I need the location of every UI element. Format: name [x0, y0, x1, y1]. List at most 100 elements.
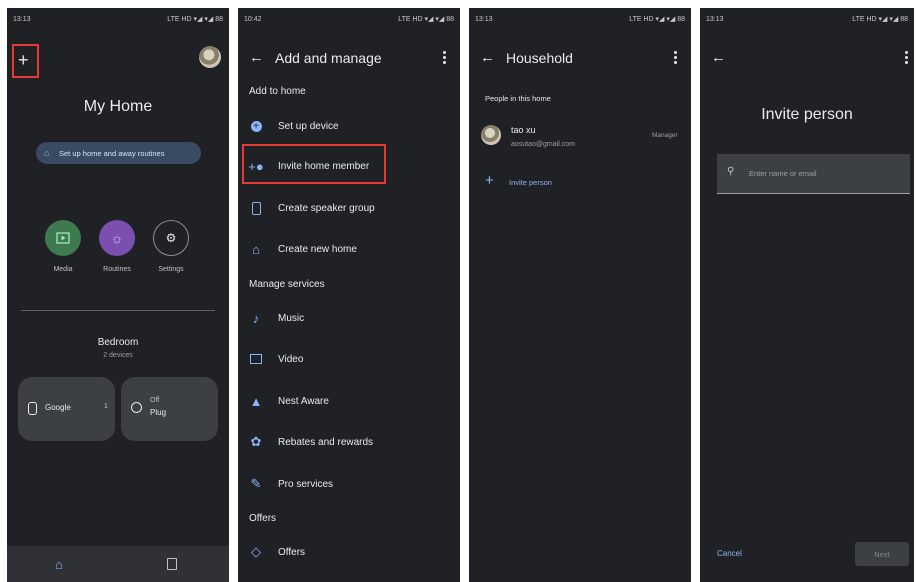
nest-aware-icon: ▲: [249, 393, 263, 409]
home-icon: ⌂: [252, 241, 260, 257]
status-time: 13:13: [706, 15, 724, 23]
menu-item-invite-home-member[interactable]: +● Invite home member: [238, 151, 460, 181]
home-icon: ⌂: [44, 148, 50, 158]
person-add-icon: +●: [248, 158, 264, 174]
media-caption: Media: [53, 266, 73, 273]
menu-item-label: Offers: [278, 546, 306, 558]
status-bar: 13:13 LTE HD ▾◢ ▾◢ 88: [469, 8, 691, 30]
settings-caption: Settings: [158, 266, 184, 273]
avatar: [481, 125, 501, 145]
cancel-button[interactable]: Cancel: [717, 549, 742, 558]
media-button[interactable]: [45, 220, 81, 256]
menu-item-rebates-and-rewards[interactable]: ✿ Rebates and rewards: [238, 427, 460, 457]
page-title: Household: [506, 50, 573, 66]
routines-caption: Routines: [103, 266, 131, 273]
status-time: 10:42: [244, 15, 262, 23]
menu-item-video[interactable]: Video: [238, 344, 460, 374]
add-icon[interactable]: +: [18, 51, 29, 69]
pro-services-icon: ✎: [250, 476, 262, 491]
menu-item-create-new-home[interactable]: ⌂ Create new home: [238, 234, 460, 264]
menu-item-label: Music: [278, 312, 305, 324]
video-icon: [248, 351, 264, 367]
add-icon: +: [485, 172, 494, 189]
music-note-icon: ♪: [252, 310, 260, 326]
status-bar: 13:13 LTE HD ▾◢ ▾◢ 88: [7, 8, 229, 30]
member-role: Manager: [652, 132, 678, 139]
back-arrow-icon[interactable]: ←: [249, 50, 264, 66]
page-title: Invite person: [761, 106, 853, 123]
search-input[interactable]: ⚲ Enter name or email: [717, 154, 910, 194]
invite-person-screen: 13:13 LTE HD ▾◢ ▾◢ 88 ← Invite person ⚲ …: [700, 8, 914, 582]
routines-chip[interactable]: ⌂ Set up home and away routines: [36, 142, 201, 164]
page-title: Add and manage: [275, 50, 382, 66]
status-icons: LTE HD ▾◢ ▾◢ 88: [629, 16, 685, 23]
status-icons: LTE HD ▾◢ ▾◢ 88: [852, 16, 908, 23]
rewards-icon: ✿: [250, 434, 262, 449]
add-and-manage-screen: 10:42 LTE HD ▾◢ ▾◢ 88 ← Add and manage A…: [238, 8, 460, 582]
device-card-google[interactable]: Google 1: [18, 377, 115, 441]
search-placeholder: Enter name or email: [749, 169, 817, 178]
tag-icon: ◇: [251, 544, 261, 559]
menu-item-create-speaker-group[interactable]: Create speaker group: [238, 193, 460, 223]
household-screen: 13:13 LTE HD ▾◢ ▾◢ 88 ← Household People…: [469, 8, 691, 582]
invite-person-label: Invite person: [509, 178, 552, 187]
menu-item-pro-services[interactable]: ✎ Pro services: [238, 469, 460, 499]
page-title: My Home: [83, 98, 153, 115]
section-offers: Offers: [249, 513, 277, 524]
people-section-label: People in this home: [485, 94, 551, 103]
avatar[interactable]: [199, 46, 221, 68]
more-options-icon[interactable]: [443, 51, 446, 65]
menu-item-label: Create speaker group: [278, 202, 375, 214]
member-row[interactable]: tao xu aosutao@gmail.com Manager: [469, 120, 691, 160]
menu-item-label: Rebates and rewards: [278, 436, 374, 448]
back-arrow-icon[interactable]: ←: [711, 50, 726, 66]
room-device-count: 2 devices: [103, 352, 133, 359]
menu-item-label: Create new home: [278, 243, 357, 255]
device-state: Off: [150, 397, 160, 404]
room-name: Bedroom: [97, 337, 139, 348]
menu-item-set-up-device[interactable]: + Set up device: [238, 111, 460, 141]
menu-item-music[interactable]: ♪ Music: [238, 303, 460, 333]
media-icon: [56, 232, 70, 244]
routines-icon: ☼: [110, 230, 124, 246]
menu-item-label: Video: [278, 353, 304, 365]
member-name: tao xu: [511, 125, 536, 135]
speaker-icon: [28, 402, 37, 415]
speaker-group-icon: [248, 200, 264, 216]
menu-item-offers[interactable]: ◇ Offers: [238, 537, 460, 567]
menu-item-nest-aware[interactable]: ▲ Nest Aware: [238, 386, 460, 416]
more-options-icon[interactable]: [674, 51, 677, 65]
device-card-plug[interactable]: Off Plug: [121, 377, 218, 441]
feed-tab-icon[interactable]: [167, 558, 177, 570]
status-bar: 10:42 LTE HD ▾◢ ▾◢ 88: [238, 8, 460, 30]
status-bar: 13:13 LTE HD ▾◢ ▾◢ 88: [700, 8, 914, 30]
routines-button[interactable]: ☼: [99, 220, 135, 256]
home-tab-icon[interactable]: ⌂: [55, 557, 63, 572]
menu-item-label: Invite home member: [278, 160, 370, 172]
next-button-label: Next: [874, 549, 890, 559]
status-time: 13:13: [475, 15, 493, 23]
member-email: aosutao@gmail.com: [511, 141, 575, 148]
gear-icon: ⚙: [165, 231, 177, 245]
status-time: 13:13: [13, 15, 31, 23]
device-label: Google: [45, 403, 71, 412]
next-button[interactable]: Next: [855, 542, 909, 566]
search-icon: ⚲: [727, 166, 735, 177]
device-count: 1: [104, 403, 108, 410]
add-circle-icon: +: [248, 118, 264, 134]
bottom-nav: ⌂: [7, 546, 229, 582]
divider: [21, 310, 215, 311]
section-add-to-home: Add to home: [249, 86, 306, 97]
settings-button[interactable]: ⚙: [153, 220, 189, 256]
more-options-icon[interactable]: [905, 51, 908, 65]
plug-icon: [131, 402, 142, 413]
section-manage-services: Manage services: [249, 279, 325, 290]
menu-item-label: Nest Aware: [278, 395, 329, 407]
routines-chip-label: Set up home and away routines: [59, 148, 165, 158]
invite-person-row[interactable]: + Invite person: [469, 172, 691, 194]
status-icons: LTE HD ▾◢ ▾◢ 88: [398, 16, 454, 23]
menu-item-label: Pro services: [278, 478, 334, 490]
device-label: Plug: [150, 408, 167, 417]
status-icons: LTE HD ▾◢ ▾◢ 88: [167, 16, 223, 23]
back-arrow-icon[interactable]: ←: [480, 50, 495, 66]
